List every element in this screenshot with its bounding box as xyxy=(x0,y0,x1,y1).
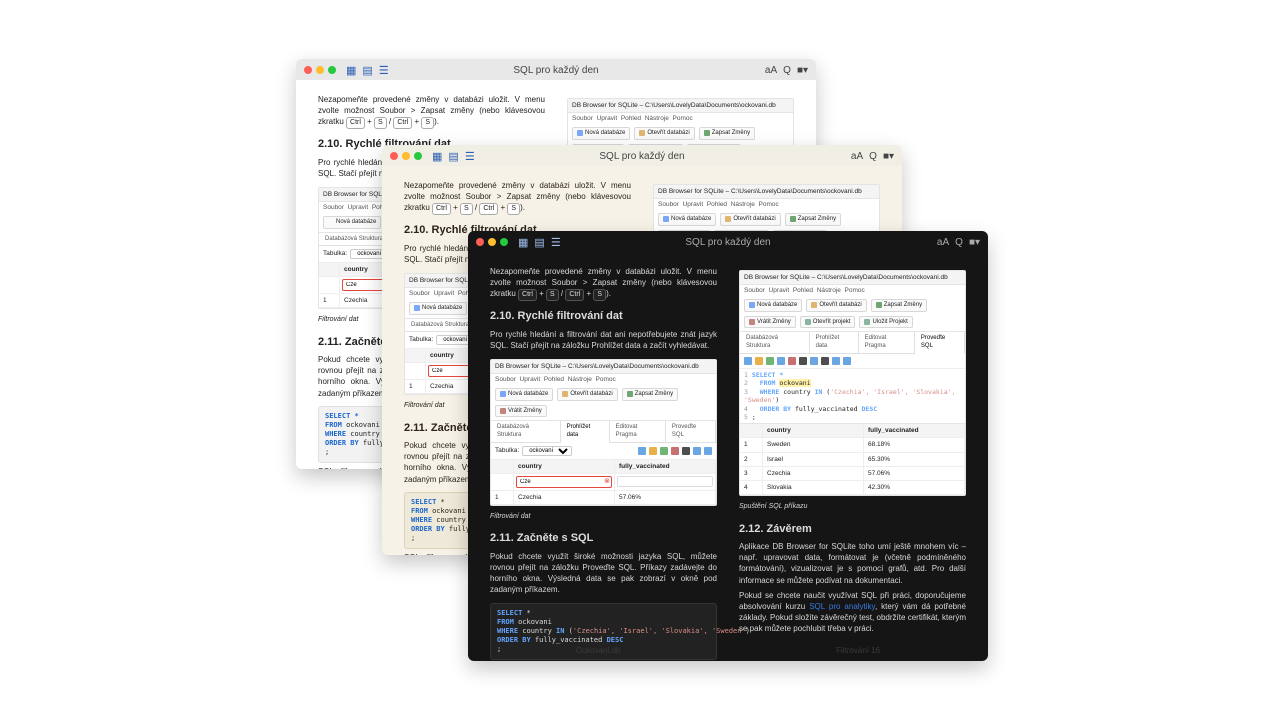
textsize-button[interactable]: aA xyxy=(851,151,863,162)
list-view-icon[interactable]: ☰ xyxy=(551,236,561,249)
figure-caption: Filtrování dat xyxy=(490,512,717,522)
zoom-icon[interactable] xyxy=(414,152,422,160)
sql-course-link[interactable]: SQL pro analytiky xyxy=(809,602,875,611)
textsize-button[interactable]: aA xyxy=(765,65,777,76)
stage: ▦ ▤ ☰ SQL pro každý den aA Q ■▾ Nezapome… xyxy=(0,0,1280,720)
app-screenshot-browse: DB Browser for SQLite – C:\Users\LovelyD… xyxy=(490,359,717,506)
section-210-body: Pro rychlé hledání a filtrování dat ani … xyxy=(490,329,717,351)
app-screenshot-sql: DB Browser for SQLite – C:\Users\LovelyD… xyxy=(739,270,966,496)
book-view-icon[interactable]: ▦ xyxy=(518,236,528,249)
book-view-icon[interactable]: ▦ xyxy=(346,64,356,77)
intro-text: Nezapomeňte provedené změny v databázi u… xyxy=(318,94,545,129)
search-icon[interactable]: Q xyxy=(869,151,877,162)
section-212-title: 2.12. Závěrem xyxy=(739,522,966,537)
close-icon[interactable] xyxy=(476,238,484,246)
section-210-title: 2.10. Rychlé filtrování dat xyxy=(490,309,717,324)
zoom-icon[interactable] xyxy=(500,238,508,246)
section-211-title: 2.11. Začněte s SQL xyxy=(490,531,717,546)
titlebar: ▦ ▤ ☰ SQL pro každý den aA Q ■▾ xyxy=(382,145,902,166)
textsize-button[interactable]: aA xyxy=(937,237,949,248)
section-212-body2: Pokud se chcete naučit využívat SQL při … xyxy=(739,590,966,635)
section-212-body1: Aplikace DB Browser for SQLite toho umí … xyxy=(739,541,966,586)
close-icon[interactable] xyxy=(304,66,312,74)
search-icon[interactable]: Q xyxy=(955,237,963,248)
intro-text: Nezapomeňte provedené změny v databázi u… xyxy=(490,266,717,301)
bookmark-icon[interactable]: ■▾ xyxy=(969,237,980,248)
scroll-view-icon[interactable]: ▤ xyxy=(448,150,458,163)
close-icon[interactable] xyxy=(390,152,398,160)
window-title: SQL pro každý den xyxy=(599,151,684,162)
window-title: SQL pro každý den xyxy=(685,237,770,248)
minimize-icon[interactable] xyxy=(402,152,410,160)
book-view-icon[interactable]: ▦ xyxy=(432,150,442,163)
titlebar: ▦ ▤ ☰ SQL pro každý den aA Q ■▾ xyxy=(296,59,816,80)
list-view-icon[interactable]: ☰ xyxy=(379,64,389,77)
scroll-view-icon[interactable]: ▤ xyxy=(534,236,544,249)
clear-filter-icon[interactable]: ⊗ xyxy=(601,477,613,487)
window-title: SQL pro každý den xyxy=(513,65,598,76)
table-select[interactable]: ockovani xyxy=(522,446,572,456)
minimize-icon[interactable] xyxy=(488,238,496,246)
view-toggle[interactable]: ▦ ▤ ☰ xyxy=(518,236,561,249)
figure-caption: Spuštění SQL příkazu xyxy=(739,502,966,512)
zoom-icon[interactable] xyxy=(328,66,336,74)
scroll-view-icon[interactable]: ▤ xyxy=(362,64,372,77)
bookmark-icon[interactable]: ■▾ xyxy=(883,151,894,162)
filter-input[interactable] xyxy=(517,477,601,487)
bookmark-icon[interactable]: ■▾ xyxy=(797,65,808,76)
search-icon[interactable]: Q xyxy=(783,65,791,76)
page-footer: Ockovani.dbFiltrování 16 xyxy=(468,646,988,655)
view-toggle[interactable]: ▦ ▤ ☰ xyxy=(346,64,389,77)
minimize-icon[interactable] xyxy=(316,66,324,74)
section-211-body: Pokud chcete využít široké možnosti jazy… xyxy=(490,551,717,596)
window-dark: ▦ ▤ ☰ SQL pro každý den aA Q ■▾ Nezapome… xyxy=(468,231,988,661)
list-view-icon[interactable]: ☰ xyxy=(465,150,475,163)
titlebar: ▦ ▤ ☰ SQL pro každý den aA Q ■▾ xyxy=(468,231,988,252)
view-toggle[interactable]: ▦ ▤ ☰ xyxy=(432,150,475,163)
